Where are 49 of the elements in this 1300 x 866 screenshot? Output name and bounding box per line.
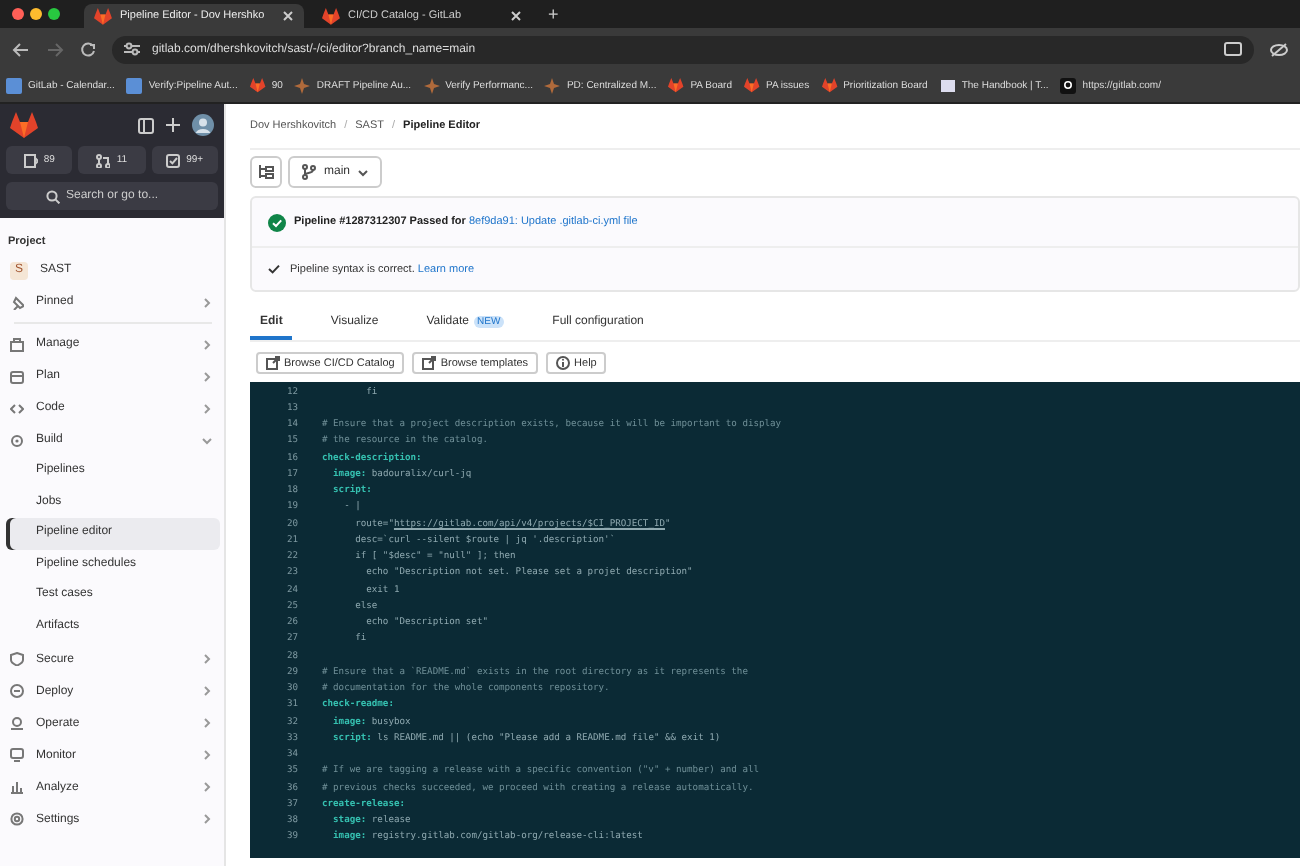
bookmark-favicon-icon [6, 78, 22, 94]
branch-icon [302, 164, 316, 180]
nav-icon [10, 812, 24, 827]
nav-icon [10, 369, 24, 383]
help-icon [556, 356, 571, 370]
file-tree-button[interactable] [250, 156, 282, 188]
bookmark-favicon-icon [939, 78, 956, 94]
bookmark-favicon-icon [249, 78, 266, 94]
bookmark-favicon-icon [1060, 78, 1077, 94]
bookmark-favicon-icon [126, 78, 143, 94]
nav-icon [10, 295, 24, 309]
nav-icon [10, 337, 24, 351]
nav-icon [10, 716, 24, 731]
back-icon[interactable] [12, 41, 30, 57]
check-icon [268, 264, 280, 274]
gitlab-logo-icon[interactable] [10, 112, 38, 138]
eye-slash-icon[interactable] [1270, 41, 1288, 57]
bookmark-favicon-icon [743, 78, 760, 94]
nav-icon [10, 748, 24, 763]
close-icon[interactable] [282, 10, 294, 22]
fox-icon [322, 7, 340, 25]
bookmark-favicon-icon [423, 78, 440, 94]
nav-icon [10, 684, 24, 699]
nav-icon [10, 780, 24, 795]
nav-icon [10, 433, 24, 447]
new-tab-button[interactable]: + [548, 4, 559, 24]
count-icon [23, 153, 38, 167]
external-link-icon [266, 356, 280, 370]
external-link-icon [422, 356, 437, 370]
avatar-icon[interactable] [192, 114, 214, 136]
chevron-down-icon [358, 167, 369, 177]
nav-icon [10, 401, 24, 415]
file-tree-icon [258, 164, 274, 180]
search-icon [46, 189, 60, 203]
bookmark-favicon-icon [294, 78, 311, 94]
bookmark-favicon-icon [668, 78, 685, 94]
status-check-icon[interactable] [268, 213, 286, 231]
count-icon [166, 153, 181, 167]
bookmark-favicon-icon [544, 78, 561, 94]
fox-icon [94, 7, 112, 25]
bookmark-favicon-icon [821, 78, 838, 94]
close-icon[interactable] [510, 10, 522, 22]
reload-icon[interactable] [80, 41, 96, 57]
cast-icon[interactable] [1224, 41, 1242, 57]
count-icon [96, 153, 111, 167]
sidebar-toggle-icon[interactable] [138, 117, 154, 133]
nav-icon [10, 652, 24, 667]
plus-icon[interactable] [166, 118, 180, 132]
site-settings-icon [124, 42, 140, 56]
